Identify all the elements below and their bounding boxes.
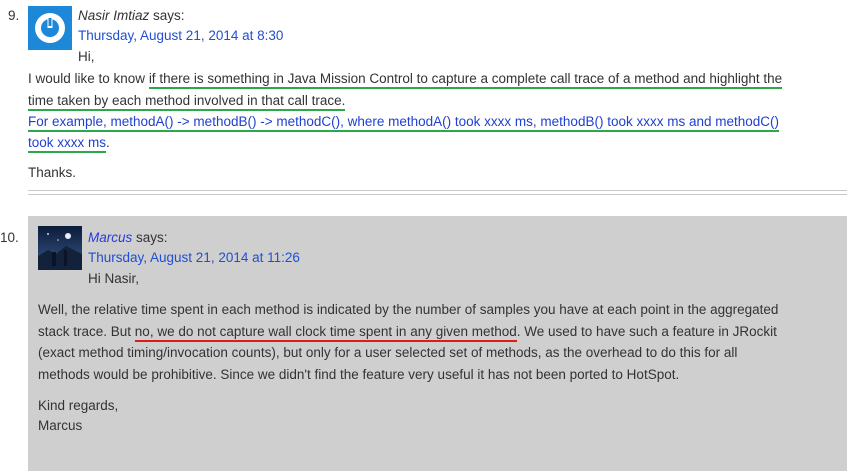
comment-number: 9. bbox=[8, 8, 20, 23]
comment-line: I would like to know if there is somethi… bbox=[28, 71, 783, 89]
power-icon bbox=[28, 6, 72, 50]
highlighted-text: For example, methodA() -> methodB() -> m… bbox=[28, 114, 780, 132]
comment-author-line: Marcus says: bbox=[88, 230, 168, 245]
comment-closing: Thanks. bbox=[28, 165, 77, 180]
author-name[interactable]: Nasir Imtiaz bbox=[78, 8, 149, 23]
comment-line: Well, the relative time spent in each me… bbox=[38, 302, 779, 317]
says-label: says: bbox=[153, 8, 185, 23]
highlighted-text: if there is something in Java Mission Co… bbox=[148, 71, 783, 89]
highlighted-text: took xxxx ms bbox=[28, 135, 107, 153]
comment-signature: Marcus bbox=[38, 418, 83, 433]
comment-divider bbox=[28, 190, 847, 195]
comment-greeting: Hi, bbox=[78, 49, 95, 64]
comment-line: stack trace. But no, we do not capture w… bbox=[38, 324, 777, 342]
comment-line: For example, methodA() -> methodB() -> m… bbox=[28, 114, 780, 132]
comment-line: methods would be prohibitive. Since we d… bbox=[38, 367, 680, 382]
comment-timestamp-link[interactable]: Thursday, August 21, 2014 at 11:26 bbox=[88, 250, 300, 265]
comment-line: took xxxx ms. bbox=[28, 135, 110, 153]
comment-line: (exact method timing/invocation counts),… bbox=[38, 345, 738, 360]
comment-greeting: Hi Nasir, bbox=[88, 271, 140, 286]
author-name[interactable]: Marcus bbox=[88, 230, 132, 245]
night-landscape-avatar bbox=[38, 226, 82, 270]
says-label: says: bbox=[136, 230, 168, 245]
comment-timestamp-link[interactable]: Thursday, August 21, 2014 at 8:30 bbox=[78, 28, 283, 43]
comment-number: 10. bbox=[0, 230, 19, 245]
comment-line: time taken by each method involved in th… bbox=[28, 93, 346, 111]
highlighted-text: time taken by each method involved in th… bbox=[28, 93, 346, 111]
highlighted-text: no, we do not capture wall clock time sp… bbox=[134, 324, 517, 342]
avatar bbox=[28, 6, 72, 50]
comment-author-line: Nasir Imtiaz says: bbox=[78, 8, 185, 23]
avatar bbox=[38, 226, 82, 270]
comment-signoff: Kind regards, bbox=[38, 398, 119, 413]
